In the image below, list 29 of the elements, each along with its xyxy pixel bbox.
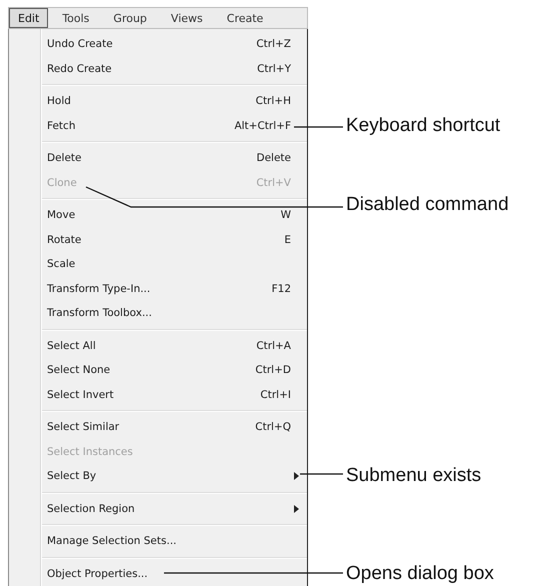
menu-item[interactable]: Rotate E — [9, 228, 307, 252]
menu-bar-item[interactable]: Edit — [9, 8, 48, 28]
callout-label: Opens dialog box — [346, 562, 494, 585]
menu-item[interactable]: Select By — [9, 464, 307, 488]
menu-item[interactable]: Object Properties... — [9, 562, 307, 586]
menu-item[interactable]: Redo Create Ctrl+Y — [9, 56, 307, 81]
menu-item[interactable]: Select None Ctrl+D — [9, 358, 307, 382]
menu-bar-item[interactable]: Create — [216, 8, 274, 28]
menu-bar-item[interactable]: Views — [160, 8, 213, 28]
menu-item[interactable]: Undo Create Ctrl+Z — [9, 32, 307, 56]
callout-label: Keyboard shortcut — [346, 114, 500, 137]
menu-item[interactable]: Select Invert Ctrl+I — [9, 382, 307, 407]
menu-item[interactable]: Transform Type-In... F12 — [9, 276, 307, 301]
menu-item[interactable]: Delete Delete — [9, 146, 307, 170]
menu-bar-item[interactable]: Group — [103, 8, 157, 28]
callout-label: Submenu exists — [346, 465, 482, 488]
menu-item[interactable]: Select Similar Ctrl+Q — [9, 415, 307, 440]
callout-label: Disabled command — [346, 194, 509, 216]
leader-line — [294, 126, 343, 128]
menu-item[interactable]: Selection Region — [9, 496, 307, 521]
menu-item[interactable]: Fetch Alt+Ctrl+F — [9, 114, 307, 138]
leader-line — [300, 473, 343, 475]
menu-bar-item[interactable]: Tools — [52, 8, 100, 28]
menu-item[interactable]: Scale — [9, 252, 307, 276]
menu-item[interactable]: Hold Ctrl+H — [9, 89, 307, 114]
menu-item[interactable]: Manage Selection Sets... — [9, 529, 307, 554]
menu-item[interactable]: Move W — [9, 203, 307, 228]
menu-item[interactable]: Select All Ctrl+A — [9, 334, 307, 358]
menu-item[interactable]: Transform Toolbox... — [9, 301, 307, 326]
